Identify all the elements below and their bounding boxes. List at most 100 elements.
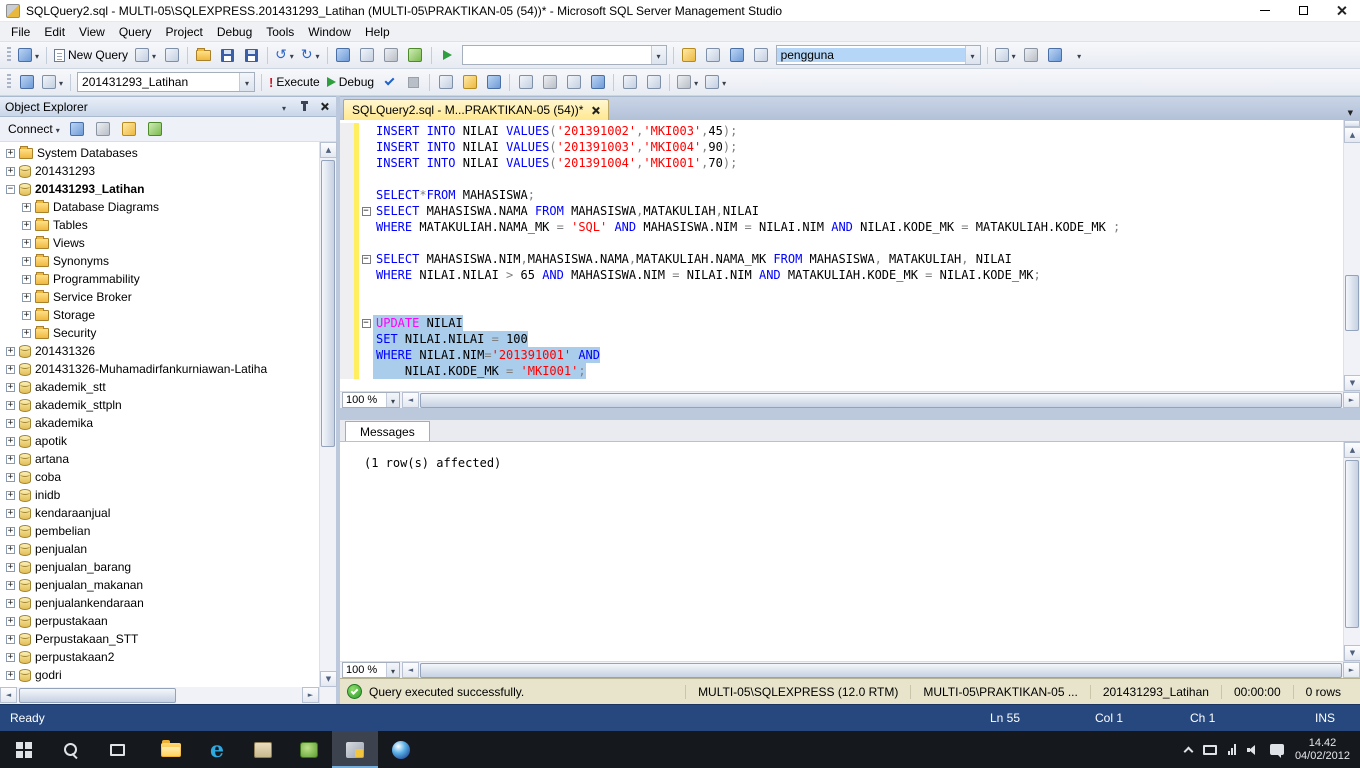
tray-notifications-icon[interactable]: [1269, 744, 1284, 758]
tree-item-penjualan-barang[interactable]: + penjualan_barang: [0, 558, 319, 576]
redo-button[interactable]: [298, 44, 323, 66]
available-databases-combobox[interactable]: 201431293_Latihan: [77, 72, 256, 92]
expand-icon[interactable]: +: [6, 346, 15, 356]
code-line-14[interactable]: SET NILAI.NILAI = 100: [340, 331, 1343, 347]
scrollbar-thumb[interactable]: [1345, 460, 1359, 629]
expand-icon[interactable]: +: [22, 220, 31, 230]
combobox-dropdown-button[interactable]: [386, 393, 399, 407]
scroll-down-button[interactable]: [320, 671, 337, 687]
stop-button[interactable]: [92, 118, 115, 140]
expand-icon[interactable]: +: [6, 382, 15, 392]
editor-horizontal-scrollbar[interactable]: [402, 391, 1360, 409]
taskbar-app-sphere[interactable]: [378, 731, 424, 768]
tree-item-201431293-latihan[interactable]: − 201431293_Latihan: [0, 180, 319, 198]
tree-item-akademik-stt[interactable]: + akademik_stt: [0, 378, 319, 396]
tree-item-synonyms[interactable]: + Synonyms: [0, 252, 319, 270]
tab-sqlquery2[interactable]: SQLQuery2.sql - M...PRAKTIKAN-05 (54))*: [343, 99, 610, 120]
scroll-up-button[interactable]: [1344, 442, 1360, 458]
expand-icon[interactable]: +: [22, 256, 31, 266]
tree-item-security[interactable]: + Security: [0, 324, 319, 342]
find-combobox[interactable]: pengguna: [775, 45, 981, 65]
toolbar-button[interactable]: [434, 71, 457, 93]
toolbar-button[interactable]: [992, 44, 1019, 66]
code-line-9[interactable]: − SELECT MAHASISWA.NIM,MAHASISWA.NAMA,MAT…: [340, 251, 1343, 267]
menu-project[interactable]: Project: [159, 23, 210, 41]
scrollbar-track[interactable]: [320, 158, 336, 671]
toolbar-button[interactable]: [678, 44, 701, 66]
scrollbar-thumb[interactable]: [321, 160, 335, 448]
taskbar-ssms[interactable]: [332, 731, 378, 768]
toolbar-button[interactable]: [1044, 44, 1067, 66]
save-button[interactable]: [216, 44, 239, 66]
tray-expand-icon[interactable]: [1183, 746, 1194, 756]
execute-button[interactable]: Execute: [266, 71, 323, 93]
collapse-region-icon[interactable]: −: [361, 254, 371, 264]
cancel-query-button[interactable]: [402, 71, 425, 93]
code-line-10[interactable]: WHERE NILAI.NILAI > 65 AND MAHASISWA.NIM…: [340, 267, 1343, 283]
splitter-handle[interactable]: [1344, 120, 1360, 127]
expand-icon[interactable]: +: [6, 490, 15, 500]
toolbar-button[interactable]: [538, 71, 561, 93]
taskbar-file-explorer[interactable]: [148, 731, 194, 768]
expand-icon[interactable]: +: [6, 364, 15, 374]
code-line-16[interactable]: NILAI.KODE_MK = 'MKI001';: [340, 363, 1343, 379]
menu-edit[interactable]: Edit: [37, 23, 72, 41]
code-line-2[interactable]: INSERT INTO NILAI VALUES('201391003','MK…: [340, 139, 1343, 155]
toolbar-button[interactable]: [562, 71, 585, 93]
expand-icon[interactable]: +: [6, 472, 15, 482]
scroll-left-button[interactable]: [402, 391, 419, 408]
scroll-right-button[interactable]: [1343, 661, 1360, 678]
tree-item-kendaraanjual[interactable]: + kendaraanjual: [0, 504, 319, 522]
expand-icon[interactable]: +: [6, 670, 15, 680]
expand-icon[interactable]: +: [6, 508, 15, 518]
code-line-7[interactable]: WHERE MATAKULIAH.NAMA_MK = 'SQL' AND MAH…: [340, 219, 1343, 235]
open-file-button[interactable]: [192, 44, 215, 66]
window-position-button[interactable]: [277, 100, 291, 113]
tree-item-tables[interactable]: + Tables: [0, 216, 319, 234]
code-line-8[interactable]: [340, 235, 1343, 251]
collapse-region-icon[interactable]: −: [361, 206, 371, 216]
menu-tools[interactable]: Tools: [259, 23, 301, 41]
editor-zoom-combobox[interactable]: 100 %: [342, 392, 400, 408]
messages-vertical-scrollbar[interactable]: [1343, 442, 1360, 661]
maximize-button[interactable]: [1284, 0, 1322, 22]
expand-icon[interactable]: +: [22, 274, 31, 284]
collapse-icon[interactable]: −: [6, 184, 15, 194]
toolbar-button[interactable]: [482, 71, 505, 93]
tree-item-database-diagrams[interactable]: + Database Diagrams: [0, 198, 319, 216]
tree-item-system-databases[interactable]: + System Databases: [0, 144, 319, 162]
toolbar-button[interactable]: [380, 44, 403, 66]
expand-icon[interactable]: +: [6, 544, 15, 554]
expand-icon[interactable]: +: [6, 634, 15, 644]
expand-icon[interactable]: +: [6, 148, 15, 158]
change-connection-button[interactable]: [15, 71, 38, 93]
code-line-4[interactable]: [340, 171, 1343, 187]
scroll-down-button[interactable]: [1344, 645, 1360, 661]
scrollbar-track[interactable]: [1344, 458, 1360, 645]
new-query-button[interactable]: New Query: [51, 44, 131, 66]
menu-window[interactable]: Window: [301, 23, 358, 41]
scrollbar-thumb[interactable]: [420, 662, 1342, 678]
refresh-button[interactable]: [144, 118, 167, 140]
taskbar-browser[interactable]: [194, 731, 240, 768]
tree-item-inidb[interactable]: + inidb: [0, 486, 319, 504]
save-all-button[interactable]: [240, 44, 263, 66]
pin-button[interactable]: [297, 100, 311, 113]
menu-debug[interactable]: Debug: [210, 23, 259, 41]
object-explorer-vertical-scrollbar[interactable]: [319, 142, 337, 687]
code-line-15[interactable]: WHERE NILAI.NIM='201391001' AND: [340, 347, 1343, 363]
tree-item-views[interactable]: + Views: [0, 234, 319, 252]
expand-icon[interactable]: +: [22, 310, 31, 320]
tree-item-akademika[interactable]: + akademika: [0, 414, 319, 432]
scroll-right-button[interactable]: [1343, 391, 1360, 408]
scroll-up-button[interactable]: [320, 142, 337, 158]
expand-icon[interactable]: +: [22, 328, 31, 338]
parse-button[interactable]: [378, 71, 401, 93]
close-button[interactable]: [1322, 0, 1360, 22]
expand-icon[interactable]: +: [6, 436, 15, 446]
toolbar-button[interactable]: [674, 71, 701, 93]
connect-button[interactable]: Connect: [5, 118, 63, 140]
scroll-right-button[interactable]: [302, 687, 319, 703]
toolbar-grip[interactable]: [7, 74, 11, 90]
toolbar-button[interactable]: [702, 44, 725, 66]
